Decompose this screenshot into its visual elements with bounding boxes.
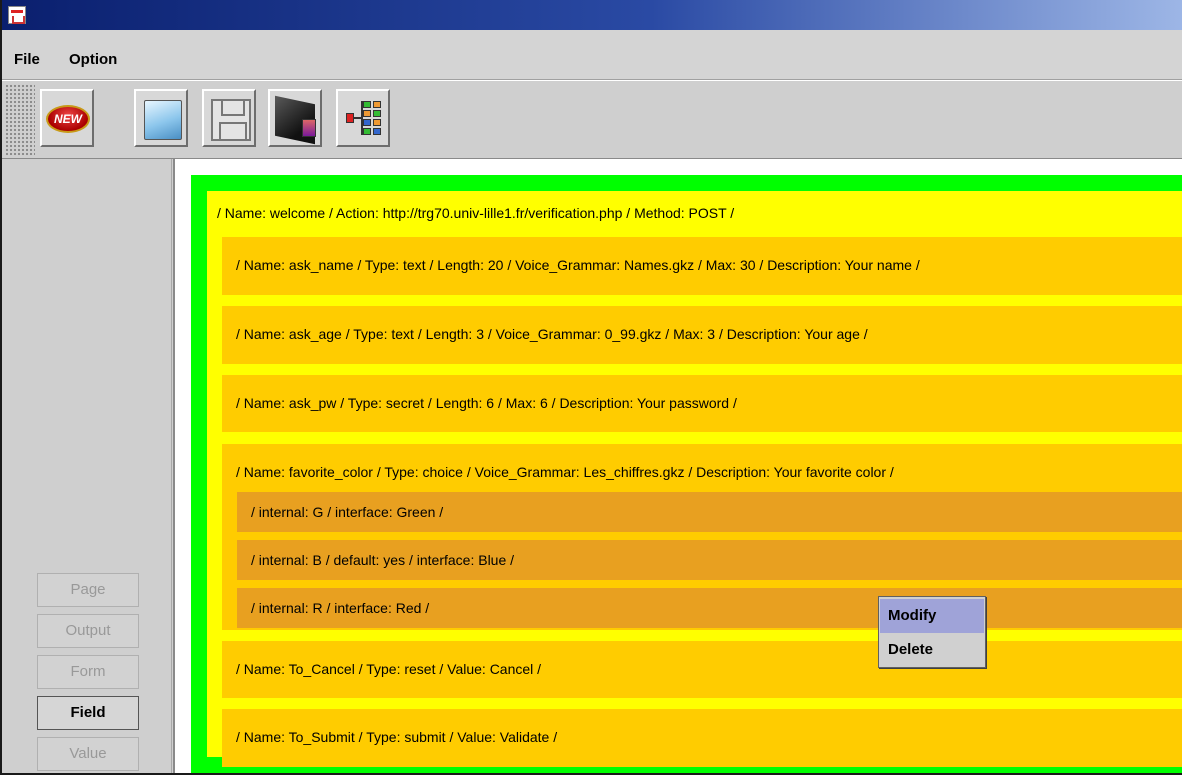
value-green[interactable]: / internal: G / interface: Green / (237, 492, 1182, 532)
value-label: / internal: G / interface: Green / (251, 504, 444, 520)
floppy-disk-icon (211, 99, 251, 141)
tree-view-button[interactable] (336, 89, 390, 147)
field-ask-age[interactable]: / Name: ask_age / Type: text / Length: 3… (222, 306, 1182, 364)
editor-canvas: / Name: welcome / Action: http://trg70.u… (173, 159, 1182, 773)
field-ask-name[interactable]: / Name: ask_name / Type: text / Length: … (222, 237, 1182, 295)
value-label: / internal: B / default: yes / interface… (251, 552, 515, 568)
field-favorite-color[interactable]: / Name: favorite_color / Type: choice / … (222, 444, 1182, 630)
field-button[interactable]: Field (37, 696, 139, 730)
sidebar: Page Output Form Field Value (2, 159, 172, 773)
value-blue[interactable]: / internal: B / default: yes / interface… (237, 540, 1182, 580)
save-button[interactable] (202, 89, 256, 147)
field-to-submit[interactable]: / Name: To_Submit / Type: submit / Value… (222, 709, 1182, 767)
page-button[interactable]: Page (37, 573, 139, 607)
open-button[interactable] (134, 89, 188, 147)
page-element[interactable]: / Name: welcome / Action: http://trg70.u… (191, 175, 1182, 773)
form-button[interactable]: Form (37, 655, 139, 689)
preview-button[interactable] (268, 89, 322, 147)
menu-bar: File Option (2, 30, 1182, 80)
field-label: / Name: ask_name / Type: text / Length: … (236, 257, 920, 273)
new-icon: NEW (46, 105, 90, 133)
toolbar: NEW (2, 80, 1182, 159)
tree-structure-icon (346, 99, 384, 139)
menu-file[interactable]: File (14, 51, 40, 68)
folder-icon (144, 100, 182, 140)
form-element[interactable]: / Name: welcome / Action: http://trg70.u… (207, 191, 1182, 767)
app-window: File Option NEW Page Output Form Field V… (0, 0, 1182, 775)
value-label: / internal: R / interface: Red / (251, 600, 430, 616)
title-bar[interactable] (2, 0, 1182, 30)
field-ask-pw[interactable]: / Name: ask_pw / Type: secret / Length: … (222, 375, 1182, 432)
modify-menu-item[interactable]: Modify (880, 599, 984, 633)
value-red[interactable]: / internal: R / interface: Red / (237, 588, 1182, 628)
field-to-cancel[interactable]: / Name: To_Cancel / Type: reset / Value:… (222, 641, 1182, 698)
field-label: / Name: favorite_color / Type: choice / … (236, 464, 894, 480)
toolbar-grip[interactable] (5, 84, 35, 156)
new-icon-label: NEW (54, 112, 82, 126)
menu-option[interactable]: Option (69, 51, 117, 68)
delete-menu-item[interactable]: Delete (880, 633, 984, 667)
value-button[interactable]: Value (37, 737, 139, 771)
field-label: / Name: To_Submit / Type: submit / Value… (236, 729, 558, 745)
form-label: / Name: welcome / Action: http://trg70.u… (217, 205, 735, 221)
field-label: / Name: ask_pw / Type: secret / Length: … (236, 395, 737, 411)
camera-lens-icon (302, 119, 316, 137)
field-label: / Name: ask_age / Type: text / Length: 3… (236, 326, 868, 342)
app-icon[interactable] (8, 6, 26, 24)
new-button[interactable]: NEW (40, 89, 94, 147)
field-label: / Name: To_Cancel / Type: reset / Value:… (236, 661, 542, 677)
context-menu: Modify Delete (878, 596, 986, 668)
output-button[interactable]: Output (37, 614, 139, 648)
